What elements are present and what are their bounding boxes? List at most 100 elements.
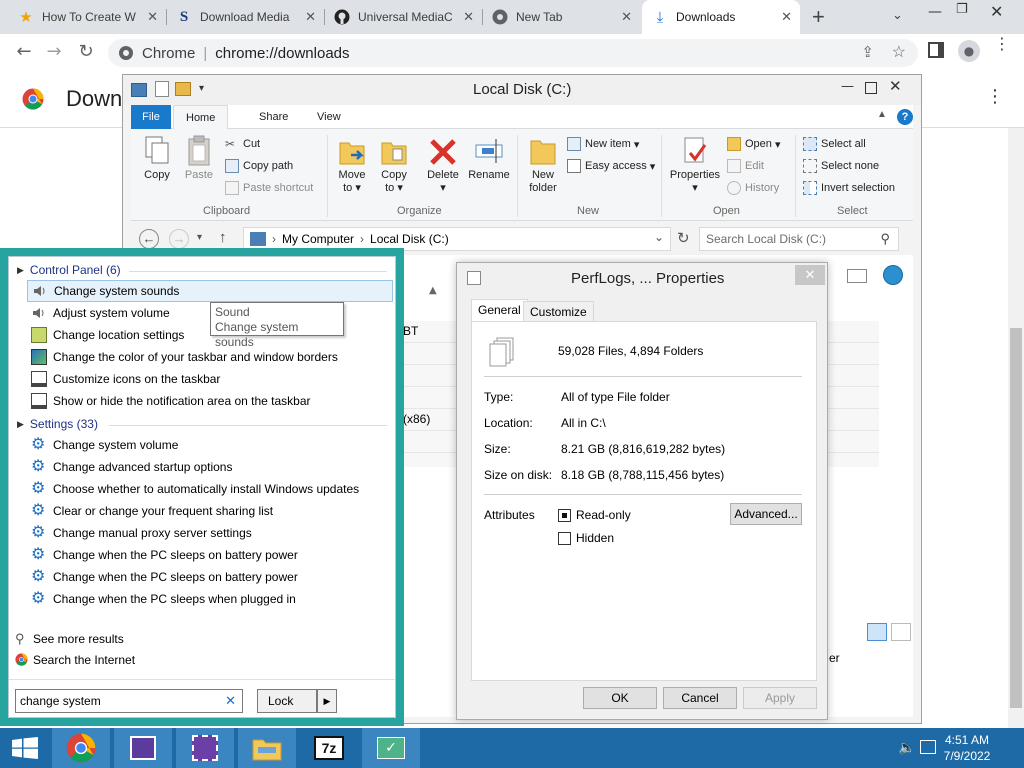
control-panel-group-header[interactable]: ▶ Control Panel (6) — [17, 263, 121, 277]
power-options-arrow-icon[interactable]: ▶ — [317, 689, 337, 713]
volume-muted-icon[interactable]: 🔈 — [898, 740, 915, 756]
profile-avatar-icon[interactable]: ● — [958, 40, 980, 62]
cut-button[interactable]: ✂ Cut — [225, 137, 260, 151]
clear-search-icon[interactable]: ✕ — [225, 693, 236, 709]
settings-group-header[interactable]: ▶ Settings (33) — [17, 417, 98, 431]
close-tab-icon[interactable]: ✕ — [463, 9, 474, 25]
tab-customize[interactable]: Customize — [523, 301, 594, 323]
help-icon[interactable]: ? — [897, 109, 913, 125]
bookmark-star-icon[interactable]: ☆ — [892, 42, 906, 62]
new-item-button[interactable]: New item ▾ — [567, 137, 639, 151]
downloads-scrollbar[interactable] — [1008, 128, 1024, 728]
explorer-close-button[interactable]: ✕ — [889, 77, 902, 95]
taskbar-app-calendar[interactable] — [114, 728, 172, 768]
back-arrow-icon[interactable]: ← — [12, 40, 36, 64]
new-folder-quick-icon[interactable] — [175, 82, 191, 96]
minimize-window-button[interactable]: — — [928, 4, 942, 20]
quick-access-dropdown-icon[interactable]: ▾ — [199, 83, 204, 94]
explorer-minimize-button[interactable]: — — [841, 79, 854, 94]
ribbon-tab-home[interactable]: Home — [173, 105, 229, 130]
downloads-menu-icon[interactable]: ⋮ — [986, 88, 1004, 106]
result-setting[interactable]: ⚙ Change when the PC sleeps on battery po… — [27, 566, 393, 588]
search-icon[interactable]: ⚲ — [880, 231, 890, 247]
forward-circle-icon[interactable]: → — [169, 229, 189, 249]
close-tab-icon[interactable]: ✕ — [781, 9, 792, 25]
result-change-system-sounds[interactable]: Change system sounds — [27, 280, 393, 302]
browser-menu-icon[interactable]: ⋮ — [994, 36, 1010, 52]
cancel-button[interactable]: Cancel — [663, 687, 737, 709]
omnibox[interactable]: Chrome | chrome://downloads ⇪ ☆ — [108, 39, 918, 67]
up-arrow-icon[interactable]: ↑ — [219, 229, 227, 246]
preview-pane-icon[interactable] — [847, 269, 867, 283]
copy-to-button[interactable]: Copy to ▾ — [375, 135, 413, 195]
open-button[interactable]: Open ▾ — [727, 137, 781, 151]
lock-button[interactable]: Lock — [257, 689, 317, 713]
taskbar-app-chip[interactable] — [176, 728, 234, 768]
copy-path-button[interactable]: Copy path — [225, 159, 293, 173]
advanced-button[interactable]: Advanced... — [730, 503, 802, 525]
close-window-button[interactable]: ✕ — [990, 2, 1003, 21]
properties-button[interactable]: Properties ▾ — [667, 135, 723, 195]
address-dropdown-icon[interactable]: ⌄ — [654, 230, 664, 244]
large-icons-view-icon[interactable] — [891, 623, 911, 641]
easy-access-button[interactable]: Easy access ▾ — [567, 159, 655, 173]
taskbar-chrome[interactable] — [52, 728, 110, 768]
readonly-checkbox[interactable]: Read-only — [558, 508, 631, 523]
search-internet-link[interactable]: Search the Internet — [15, 653, 135, 667]
refresh-icon[interactable]: ↻ — [677, 229, 690, 247]
result-setting[interactable]: ⚙ Clear or change your frequent sharing l… — [27, 500, 393, 522]
taskbar-app-download[interactable]: ✓ — [362, 728, 420, 768]
details-view-icon[interactable] — [867, 623, 887, 641]
delete-button[interactable]: Delete ▾ — [423, 135, 463, 195]
taskbar-file-explorer[interactable] — [238, 728, 296, 768]
result-customize-taskbar-icons[interactable]: Customize icons on the taskbar — [27, 368, 393, 390]
browser-tab-active[interactable]: ⤓ Downloads ✕ — [642, 0, 800, 34]
recent-locations-icon[interactable]: ▾ — [197, 232, 202, 243]
ribbon-tab-share[interactable]: Share — [247, 105, 300, 129]
reload-icon[interactable]: ↻ — [74, 40, 98, 64]
start-button[interactable] — [0, 728, 50, 768]
breadcrumb-local-disk[interactable]: Local Disk (C:) — [370, 232, 449, 246]
ok-button[interactable]: OK — [583, 687, 657, 709]
forward-arrow-icon[interactable]: → — [42, 40, 66, 64]
move-to-button[interactable]: Move to ▾ — [333, 135, 371, 195]
result-setting[interactable]: ⚙ Change manual proxy server settings — [27, 522, 393, 544]
invert-selection-button[interactable]: Invert selection — [803, 181, 895, 195]
apply-button[interactable]: Apply — [743, 687, 817, 709]
ribbon-tab-view[interactable]: View — [305, 105, 353, 129]
properties-quick-icon[interactable] — [155, 81, 169, 97]
result-setting[interactable]: ⚙ Change system volume — [27, 434, 393, 456]
share-icon[interactable]: ⇪ — [861, 43, 874, 61]
restore-window-button[interactable]: ❐ — [956, 2, 968, 17]
new-folder-button[interactable]: New folder — [523, 135, 563, 195]
browser-tab[interactable]: Universal MediaC ✕ — [324, 0, 482, 34]
result-setting[interactable]: ⚙ Change when the PC sleeps on battery po… — [27, 544, 393, 566]
side-panel-icon[interactable] — [928, 42, 944, 58]
globe-icon[interactable] — [883, 265, 903, 285]
result-notification-area[interactable]: Show or hide the notification area on th… — [27, 390, 393, 412]
start-search-input[interactable]: change system ✕ — [15, 689, 243, 713]
back-circle-icon[interactable]: ← — [139, 229, 159, 249]
hidden-checkbox[interactable]: Hidden — [558, 531, 614, 546]
history-button[interactable]: History — [727, 181, 779, 195]
paste-button[interactable]: Paste — [179, 135, 219, 182]
ribbon-tab-file[interactable]: File — [131, 105, 171, 129]
result-setting[interactable]: ⚙ Change advanced startup options — [27, 456, 393, 478]
browser-tab[interactable]: New Tab ✕ — [482, 0, 640, 34]
dialog-close-button[interactable]: ✕ — [795, 265, 825, 285]
taskbar-clock[interactable]: 4:51 AM 7/9/2022 — [932, 732, 1002, 764]
result-setting[interactable]: ⚙ Change when the PC sleeps when plugged … — [27, 588, 393, 610]
explorer-maximize-button[interactable] — [865, 82, 877, 94]
select-all-button[interactable]: Select all — [803, 137, 866, 151]
see-more-results-link[interactable]: ⚲ See more results — [15, 631, 124, 647]
ribbon-collapse-chevron-icon[interactable]: ▲ — [877, 109, 887, 120]
close-tab-icon[interactable]: ✕ — [147, 9, 158, 25]
new-tab-button[interactable]: + — [812, 4, 825, 30]
browser-tab[interactable]: S Download Media ✕ — [166, 0, 324, 34]
copy-button[interactable]: Copy — [137, 135, 177, 182]
result-setting[interactable]: ⚙ Choose whether to automatically install… — [27, 478, 393, 500]
browser-tab[interactable]: ★ How To Create W ✕ — [8, 0, 166, 34]
tab-general[interactable]: General — [471, 299, 528, 323]
rename-button[interactable]: Rename — [467, 135, 511, 182]
explorer-search-field[interactable]: Search Local Disk (C:) ⚲ — [699, 227, 899, 251]
